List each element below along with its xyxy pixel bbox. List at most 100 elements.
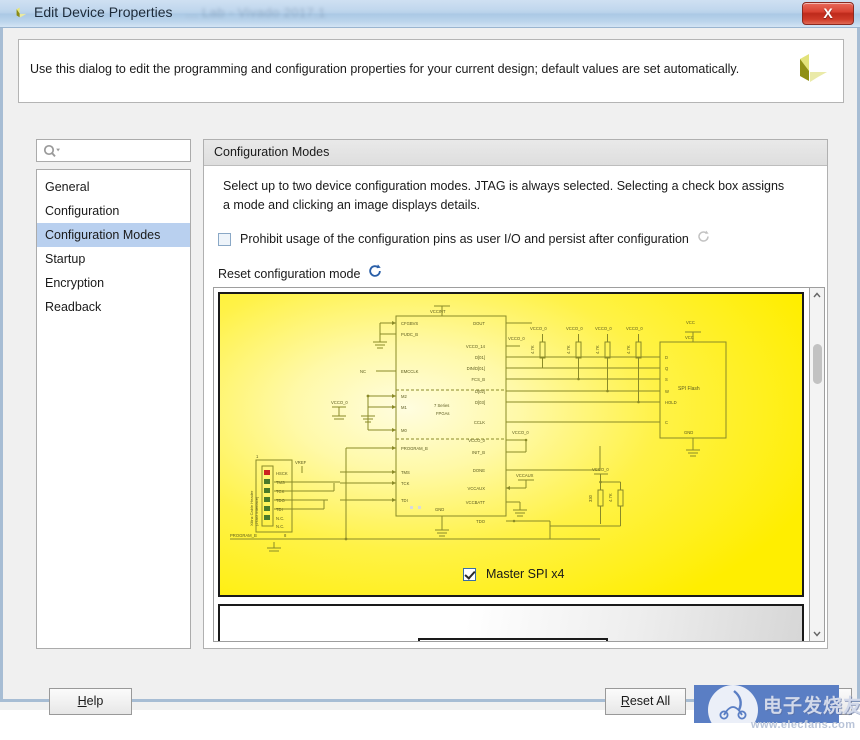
settings-nav-list: General Configuration Configuration Mode… — [36, 169, 191, 649]
svg-text:D[01]: D[01] — [475, 355, 485, 360]
watermark-url: www.elecfans.com — [751, 719, 855, 731]
content-area: General Configuration Configuration Mode… — [18, 111, 844, 661]
window-body: Use this dialog to edit the programming … — [0, 28, 860, 702]
prohibit-pins-checkbox[interactable] — [218, 233, 231, 246]
refresh-icon[interactable] — [697, 230, 710, 248]
panel-title: Configuration Modes — [214, 145, 329, 159]
scroll-up-button[interactable] — [810, 288, 824, 303]
reset-configuration-mode-row[interactable]: Reset configuration mode — [218, 264, 382, 283]
svg-text:VCCO_0: VCCO_0 — [331, 400, 348, 405]
svg-text:D[03]: D[03] — [475, 400, 485, 405]
svg-text:SPI Flash: SPI Flash — [678, 386, 700, 392]
svg-text:GND: GND — [684, 430, 693, 435]
svg-text:M2: M2 — [401, 394, 407, 399]
svg-text:CFGBVS: CFGBVS — [401, 321, 418, 326]
svg-text:VCCO_0: VCCO_0 — [566, 326, 583, 331]
svg-text:DONE: DONE — [473, 468, 485, 473]
svg-text:1: 1 — [256, 454, 259, 459]
svg-text:M1: M1 — [401, 405, 407, 410]
window-title: Edit Device Properties — [34, 4, 173, 20]
svg-text:8: 8 — [284, 533, 287, 538]
edit-device-properties-window: ... Lab - Vivado 2017.1 Edit Device Prop… — [0, 0, 860, 710]
ok-button[interactable]: OK — [694, 688, 769, 715]
reset-button-mnemonic: R — [621, 694, 630, 708]
svg-text:VCCO_14: VCCO_14 — [466, 344, 486, 349]
sidebar-item-readback[interactable]: Readback — [37, 295, 190, 319]
svg-text:NC: NC — [360, 369, 366, 374]
scroll-down-button[interactable] — [810, 626, 824, 641]
close-button[interactable]: X — [802, 2, 854, 25]
svg-text:N.C.: N.C. — [276, 516, 284, 521]
svg-text:C: C — [665, 420, 668, 425]
svg-text:VCCO_0: VCCO_0 — [530, 326, 547, 331]
svg-text:S: S — [665, 377, 668, 382]
viewport-scrollbar[interactable] — [809, 287, 825, 642]
svg-text:W: W — [665, 389, 669, 394]
help-button-label: elp — [87, 694, 104, 708]
svg-text:Q: Q — [665, 366, 669, 371]
master-spi-x4-checkbox[interactable] — [463, 568, 476, 581]
svg-text:VCCO_0: VCCO_0 — [595, 326, 612, 331]
vivado-logo-icon — [787, 50, 831, 94]
search-box[interactable] — [36, 139, 191, 162]
svg-text:D: D — [665, 355, 668, 360]
title-bar-ghost-text: ... Lab - Vivado 2017.1 — [186, 5, 326, 20]
svg-text:VREF: VREF — [295, 460, 307, 465]
mode-checkbox-row[interactable]: Master SPI x4 — [463, 567, 565, 581]
svg-text:DIN/D[01]: DIN/D[01] — [467, 366, 485, 371]
mode-card-next-stub — [418, 638, 608, 642]
svg-text:PROGRAM_B: PROGRAM_B — [401, 446, 428, 451]
svg-text:DOUT: DOUT — [473, 321, 485, 326]
info-banner: Use this dialog to edit the programming … — [18, 39, 844, 103]
svg-text:7 Series: 7 Series — [434, 403, 449, 408]
spi-configuration-schematic: 7 Series FPGAs VCCINT GND — [220, 294, 804, 564]
svg-text:PUDC_B: PUDC_B — [401, 332, 418, 337]
title-bar: ... Lab - Vivado 2017.1 Edit Device Prop… — [0, 0, 860, 28]
svg-text:M0: M0 — [401, 428, 407, 433]
sidebar-item-configuration-modes[interactable]: Configuration Modes — [37, 223, 190, 247]
prohibit-pins-label: Prohibit usage of the configuration pins… — [240, 232, 689, 246]
svg-text:VCCO_0: VCCO_0 — [626, 326, 643, 331]
svg-text:VCC: VCC — [686, 320, 695, 325]
search-icon — [43, 144, 61, 163]
svg-text:330: 330 — [588, 494, 593, 502]
svg-text:VCCAUX: VCCAUX — [516, 473, 534, 478]
svg-text:(JTAG Interface): (JTAG Interface) — [254, 496, 259, 526]
scrollbar-thumb[interactable] — [813, 344, 822, 384]
search-input[interactable] — [65, 140, 189, 161]
cancel-button[interactable]: Cancel — [777, 688, 852, 715]
reset-configuration-mode-label: Reset configuration mode — [218, 267, 360, 281]
help-button[interactable]: Help — [49, 688, 132, 715]
svg-text:EMCCLK: EMCCLK — [401, 369, 419, 374]
master-spi-x4-label: Master SPI x4 — [486, 567, 565, 581]
svg-text:HOLD: HOLD — [665, 400, 677, 405]
svg-text:VCCO_0: VCCO_0 — [468, 438, 485, 443]
svg-text:CCLK: CCLK — [474, 420, 485, 425]
prohibit-pins-row[interactable]: Prohibit usage of the configuration pins… — [218, 230, 710, 248]
svg-text:INIT_B: INIT_B — [472, 450, 485, 455]
svg-text:VCCO_0: VCCO_0 — [592, 467, 609, 472]
refresh-icon[interactable] — [368, 264, 382, 283]
banner-description: Use this dialog to edit the programming … — [30, 62, 739, 76]
sidebar-item-encryption[interactable]: Encryption — [37, 271, 190, 295]
sidebar-item-startup[interactable]: Startup — [37, 247, 190, 271]
svg-text:4.7K: 4.7K — [608, 493, 613, 502]
mode-card-next[interactable] — [218, 604, 804, 642]
svg-text:VCCO_0: VCCO_0 — [508, 336, 525, 341]
svg-text:N.C.: N.C. — [276, 524, 284, 529]
svg-text:D[02]: D[02] — [475, 389, 485, 394]
sidebar-item-general[interactable]: General — [37, 175, 190, 199]
svg-text:4.7K: 4.7K — [626, 345, 631, 354]
mode-card-master-spi-x4[interactable]: 7 Series FPGAs VCCINT GND — [218, 292, 804, 597]
reset-all-button[interactable]: Reset All — [605, 688, 686, 715]
svg-text:TDO: TDO — [476, 519, 486, 524]
panel-description: Select up to two device configuration mo… — [223, 177, 788, 215]
svg-text:TDI: TDI — [401, 498, 408, 503]
svg-text:FPGAs: FPGAs — [436, 411, 450, 416]
svg-text:4.7K: 4.7K — [530, 345, 535, 354]
svg-text:VCCO_0: VCCO_0 — [512, 430, 529, 435]
sidebar-item-configuration[interactable]: Configuration — [37, 199, 190, 223]
svg-text:HSCK: HSCK — [276, 471, 288, 476]
configuration-modes-panel: Configuration Modes Select up to two dev… — [203, 139, 828, 649]
svg-text:PROGRAM_B: PROGRAM_B — [230, 533, 257, 538]
